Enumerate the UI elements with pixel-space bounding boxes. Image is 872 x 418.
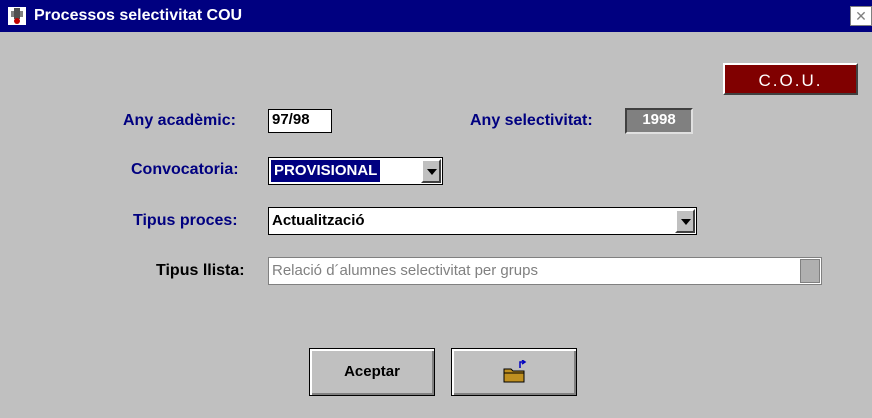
convocatoria-selected-value: PROVISIONAL [271,160,381,182]
tipus-proces-value: Actualització [272,212,365,229]
any-academic-label: Any acadèmic: [123,112,236,129]
any-selectivitat-label: Any selectivitat: [470,112,593,129]
title-bar[interactable]: Processos selectivitat COU ✕ [0,0,872,32]
chevron-down-icon[interactable] [675,209,695,233]
convocatoria-label: Convocatoria: [131,161,239,178]
close-icon[interactable]: ✕ [850,6,872,26]
any-academic-field[interactable]: 97/98 [268,109,332,133]
cou-badge: C.O.U. [723,63,858,95]
accept-button-label: Aceptar [344,363,400,380]
chevron-down-icon[interactable] [421,159,441,183]
window-title: Processos selectivitat COU [34,7,243,24]
tipus-proces-select[interactable]: Actualització [268,207,697,235]
any-selectivitat-value: 1998 [625,108,693,134]
disabled-dropdown-button [800,259,820,283]
convocatoria-select[interactable]: PROVISIONAL [268,157,443,185]
exit-button[interactable] [451,348,577,396]
app-icon[interactable] [8,7,26,25]
tipus-proces-label: Tipus proces: [133,212,238,229]
tipus-llista-select: Relació d´alumnes selectivitat per grups [268,257,822,285]
tipus-llista-value: Relació d´alumnes selectivitat per grups [272,262,538,279]
folder-exit-icon [502,359,528,388]
accept-button[interactable]: Aceptar [309,348,435,396]
tipus-llista-label: Tipus llista: [156,262,245,279]
dialog-window: Processos selectivitat COU ✕ C.O.U. Any … [0,0,872,418]
